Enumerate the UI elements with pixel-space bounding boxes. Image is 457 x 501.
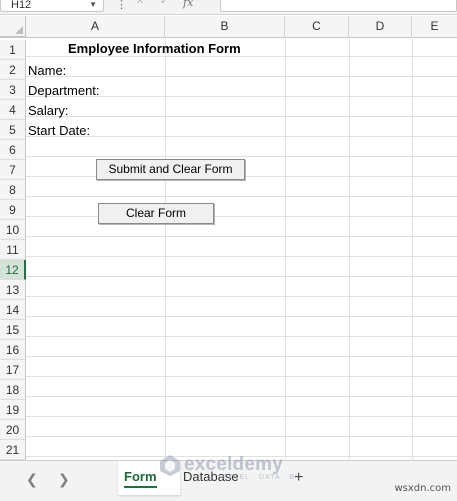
row-header[interactable]: 14 (0, 300, 26, 320)
row-header[interactable]: 4 (0, 100, 26, 120)
enter-check-icon[interactable]: ✓ (160, 0, 168, 7)
insert-function-icon[interactable]: fx (183, 0, 193, 9)
name-box-value: H12 (11, 0, 32, 11)
department-label[interactable]: Department: (28, 81, 100, 101)
row-header[interactable]: 16 (0, 340, 26, 360)
tab-label: Form (124, 469, 157, 484)
row-header[interactable]: 2 (0, 60, 26, 80)
gridline (165, 37, 166, 460)
select-all-button[interactable] (0, 16, 26, 37)
chevron-right-icon[interactable]: ❯ (58, 471, 70, 488)
row-header[interactable]: 3 (0, 80, 26, 100)
row-header-selected[interactable]: 12 (0, 260, 26, 280)
form-title[interactable]: Employee Information Form (68, 39, 241, 59)
gridline (412, 37, 413, 460)
watermark-brand: exceldemy (184, 454, 283, 475)
credit-text: wsxdn.com (394, 483, 451, 494)
row-header[interactable]: 11 (0, 240, 26, 260)
submit-and-clear-button[interactable]: Submit and Clear Form (96, 159, 245, 180)
tab-form[interactable]: Form (118, 467, 163, 488)
row-header[interactable]: 9 (0, 200, 26, 220)
column-header-a[interactable]: A (26, 16, 165, 37)
chevron-down-icon[interactable]: ▼ (89, 0, 97, 13)
row-header[interactable]: 18 (0, 380, 26, 400)
row-header[interactable]: 20 (0, 420, 26, 440)
row-header[interactable]: 8 (0, 180, 26, 200)
row-header[interactable]: 21 (0, 440, 26, 460)
separator-icon: ⋮ (116, 0, 127, 11)
chevron-left-icon[interactable]: ❮ (26, 471, 38, 488)
row-header[interactable]: 17 (0, 360, 26, 380)
watermark-tagline: EXCEL · DATA · BI (222, 474, 298, 481)
gridline (285, 37, 286, 460)
row-header[interactable]: 5 (0, 120, 26, 140)
salary-label[interactable]: Salary: (28, 101, 68, 121)
row-header[interactable]: 15 (0, 320, 26, 340)
column-header-d[interactable]: D (349, 16, 412, 37)
row-header[interactable]: 13 (0, 280, 26, 300)
exceldemy-logo-icon (160, 455, 180, 476)
row-header[interactable]: 10 (0, 220, 26, 240)
row-header[interactable]: 7 (0, 160, 26, 180)
active-tab-underline (124, 486, 157, 488)
select-all-triangle-icon (15, 26, 23, 34)
row-header[interactable]: 6 (0, 140, 26, 160)
formula-bar: H12 ▼ ⋮ ✕ ✓ fx (0, 0, 457, 15)
column-header-e[interactable]: E (412, 16, 457, 37)
formula-input[interactable] (220, 0, 457, 12)
row-header[interactable]: 1 (0, 40, 26, 60)
clear-form-button[interactable]: Clear Form (98, 203, 214, 224)
column-header-b[interactable]: B (165, 16, 285, 37)
name-label[interactable]: Name: (28, 61, 66, 81)
column-header-c[interactable]: C (285, 16, 349, 37)
start-date-label[interactable]: Start Date: (28, 121, 90, 141)
name-box[interactable]: H12 ▼ (0, 0, 104, 12)
gridline (349, 37, 350, 460)
row-header[interactable]: 19 (0, 400, 26, 420)
cancel-icon[interactable]: ✕ (136, 0, 144, 7)
